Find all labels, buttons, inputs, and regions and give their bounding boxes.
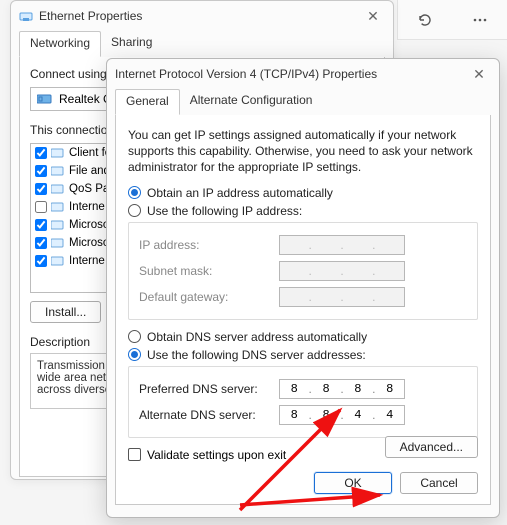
dns-fields-group: Preferred DNS server: 8. 8. 8. 8 Alterna… [128,366,478,438]
radio-use-following-ip[interactable]: Use the following IP address: [128,204,478,218]
radio-icon [128,186,141,199]
item-label: QoS Pa [69,183,109,195]
close-icon[interactable]: ✕ [361,8,385,25]
tab-networking[interactable]: Networking [19,31,101,57]
radio-label: Obtain DNS server address automatically [147,330,367,344]
subnet-mask-input: ... [279,261,405,281]
item-checkbox[interactable] [35,165,47,177]
alternate-dns-input[interactable]: 8. 8. 4. 4 [279,405,405,425]
alternate-dns-label: Alternate DNS server: [139,408,279,422]
default-gateway-label: Default gateway: [139,290,279,304]
adapter-name: Realtek G [59,92,112,106]
protocol-icon [51,219,65,231]
preferred-dns-label: Preferred DNS server: [139,382,279,396]
item-label: File and [69,165,110,177]
protocol-icon [51,147,65,159]
intro-text: You can get IP settings assigned automat… [128,127,478,176]
install-button[interactable]: Install... [30,301,101,323]
protocol-icon [51,165,65,177]
window-title: Internet Protocol Version 4 (TCP/IPv4) P… [115,67,377,81]
radio-icon [128,204,141,217]
item-checkbox[interactable] [35,201,47,213]
item-label: Microso [69,237,109,249]
browser-toolbar-fragment [397,0,507,40]
protocol-icon [51,183,65,195]
radio-label: Use the following DNS server addresses: [147,348,366,362]
menu-icon[interactable] [472,12,488,28]
general-panel: You can get IP settings assigned automat… [115,115,491,505]
subnet-mask-label: Subnet mask: [139,264,279,278]
refresh-icon[interactable] [417,12,433,28]
ok-button[interactable]: OK [314,472,392,494]
item-label: Microso [69,219,109,231]
ipv4-properties-window: Internet Protocol Version 4 (TCP/IPv4) P… [106,58,500,518]
ip-address-label: IP address: [139,238,279,252]
radio-label: Use the following IP address: [147,204,302,218]
item-label: Interne [69,255,105,267]
tab-alternate-configuration[interactable]: Alternate Configuration [180,89,323,115]
titlebar: Ethernet Properties ✕ [11,1,393,31]
item-label: Client fo [69,147,111,159]
item-checkbox[interactable] [35,219,47,231]
nic-icon [37,93,53,105]
preferred-dns-input[interactable]: 8. 8. 8. 8 [279,379,405,399]
radio-icon [128,348,141,361]
ip-address-input: ... [279,235,405,255]
item-checkbox[interactable] [35,237,47,249]
checkbox-icon [128,448,141,461]
close-icon[interactable]: ✕ [467,66,491,83]
radio-use-following-dns[interactable]: Use the following DNS server addresses: [128,348,478,362]
cancel-button[interactable]: Cancel [400,472,478,494]
radio-obtain-dns-auto[interactable]: Obtain DNS server address automatically [128,330,478,344]
tab-general[interactable]: General [115,89,180,115]
radio-icon [128,330,141,343]
tab-sharing[interactable]: Sharing [101,31,162,57]
advanced-button[interactable]: Advanced... [385,436,478,458]
item-checkbox[interactable] [35,147,47,159]
tabstrip: Networking Sharing [11,31,393,57]
checkbox-label: Validate settings upon exit [147,448,286,462]
radio-obtain-ip-auto[interactable]: Obtain an IP address automatically [128,186,478,200]
item-label: Interne [69,201,105,213]
tabstrip: General Alternate Configuration [107,89,499,115]
protocol-icon [51,201,65,213]
radio-label: Obtain an IP address automatically [147,186,333,200]
ethernet-icon [19,9,33,23]
window-title: Ethernet Properties [39,9,142,23]
ip-fields-group: IP address: ... Subnet mask: ... Default… [128,222,478,320]
item-checkbox[interactable] [35,255,47,267]
item-checkbox[interactable] [35,183,47,195]
protocol-icon [51,255,65,267]
protocol-icon [51,237,65,249]
titlebar: Internet Protocol Version 4 (TCP/IPv4) P… [107,59,499,89]
default-gateway-input: ... [279,287,405,307]
